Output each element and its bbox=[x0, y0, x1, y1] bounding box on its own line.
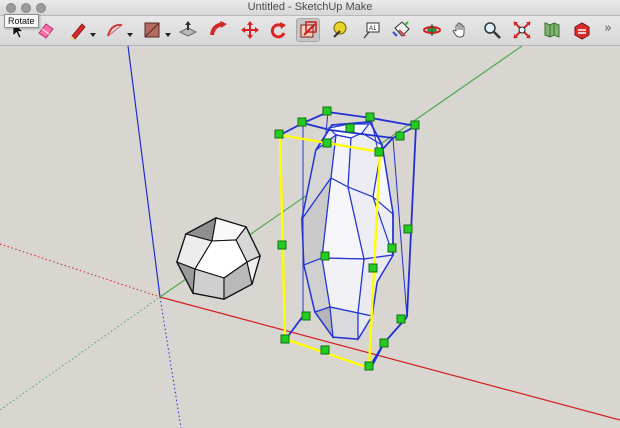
arc-icon bbox=[107, 23, 123, 37]
toolbar-overflow-button[interactable]: » bbox=[601, 21, 615, 37]
paint-bucket-tool-button[interactable] bbox=[389, 18, 413, 42]
extension-warehouse-tool-button[interactable] bbox=[570, 18, 594, 42]
text-label-icon: A1 bbox=[363, 22, 380, 39]
scale-grip[interactable] bbox=[368, 263, 378, 273]
map-icon bbox=[544, 22, 560, 38]
paint-bucket-icon bbox=[392, 21, 410, 37]
window-title: Untitled - SketchUp Make bbox=[247, 1, 373, 13]
line-tool-button[interactable] bbox=[66, 18, 90, 42]
text-tool-label: A1 bbox=[369, 26, 377, 32]
magnifier-icon bbox=[484, 22, 501, 39]
rotate-tooltip: Rotate bbox=[4, 14, 39, 28]
scale-grip[interactable] bbox=[395, 131, 405, 141]
arc-tool-dropdown[interactable] bbox=[126, 26, 134, 37]
text-tool-button[interactable]: A1 bbox=[359, 18, 383, 42]
rectangle-tool-button[interactable] bbox=[140, 18, 164, 42]
chevron-down-icon bbox=[90, 33, 96, 37]
scale-grip[interactable] bbox=[365, 112, 375, 122]
arc-tool-button[interactable] bbox=[103, 18, 127, 42]
scale-grip[interactable] bbox=[410, 120, 420, 130]
scale-grip[interactable] bbox=[379, 338, 389, 348]
zoom-extents-icon bbox=[513, 21, 531, 39]
push-pull-icon bbox=[179, 21, 197, 37]
follow-me-icon bbox=[210, 21, 227, 36]
viewport-canvas[interactable] bbox=[0, 46, 620, 428]
model-info-tool-button[interactable] bbox=[540, 18, 564, 42]
scale-grip[interactable] bbox=[322, 106, 332, 116]
orbit-icon bbox=[423, 24, 441, 36]
move-icon bbox=[241, 21, 259, 39]
scale-grip[interactable] bbox=[301, 311, 311, 321]
scale-grip[interactable] bbox=[320, 251, 330, 261]
line-tool-dropdown[interactable] bbox=[89, 26, 97, 37]
scale-grip[interactable] bbox=[364, 361, 374, 371]
scale-grip[interactable] bbox=[374, 147, 384, 157]
scale-icon bbox=[300, 21, 317, 38]
sketchup-window: Untitled - SketchUp Make Rotate A1 » bbox=[0, 0, 620, 428]
scale-grip[interactable] bbox=[322, 138, 332, 148]
tape-measure-icon bbox=[333, 21, 347, 38]
move-tool-button[interactable] bbox=[238, 18, 262, 42]
blue-axis-hidden bbox=[159, 296, 182, 428]
chevron-down-icon bbox=[165, 33, 171, 37]
scale-grip[interactable] bbox=[396, 314, 406, 324]
pan-tool-button[interactable] bbox=[449, 18, 473, 42]
title-bar: Untitled - SketchUp Make bbox=[0, 0, 620, 16]
zoom-extents-tool-button[interactable] bbox=[510, 18, 534, 42]
main-toolbar: A1 » bbox=[0, 16, 620, 46]
scale-grip[interactable] bbox=[403, 224, 413, 234]
rectangle-icon bbox=[144, 22, 160, 38]
pencil-icon bbox=[71, 23, 86, 40]
scale-grip[interactable] bbox=[387, 243, 397, 253]
red-axis bbox=[159, 296, 620, 421]
orbit-tool-button[interactable] bbox=[420, 18, 444, 42]
scale-grip[interactable] bbox=[280, 334, 290, 344]
scale-grip[interactable] bbox=[274, 129, 284, 139]
scale-grip[interactable] bbox=[320, 345, 330, 355]
push-pull-tool-button[interactable] bbox=[176, 18, 200, 42]
scale-grip[interactable] bbox=[297, 117, 307, 127]
scale-tool-button[interactable] bbox=[296, 18, 320, 42]
polyhedron-sphere[interactable] bbox=[175, 216, 261, 300]
chevron-down-icon bbox=[127, 33, 133, 37]
hand-icon bbox=[452, 22, 465, 38]
eraser-icon bbox=[38, 23, 54, 39]
rotate-tool-button[interactable] bbox=[266, 18, 290, 42]
scale-grip[interactable] bbox=[277, 240, 287, 250]
extension-warehouse-icon bbox=[574, 22, 590, 40]
scale-grip[interactable] bbox=[345, 123, 355, 133]
tape-measure-tool-button[interactable] bbox=[328, 18, 352, 42]
rectangle-tool-dropdown[interactable] bbox=[164, 26, 172, 37]
rotate-icon bbox=[270, 22, 286, 39]
green-axis-hidden bbox=[0, 296, 161, 411]
follow-me-tool-button[interactable] bbox=[207, 18, 231, 42]
red-axis-hidden bbox=[0, 243, 161, 298]
model-viewport[interactable] bbox=[0, 46, 620, 428]
blue-axis bbox=[127, 46, 161, 298]
zoom-tool-button[interactable] bbox=[480, 18, 504, 42]
